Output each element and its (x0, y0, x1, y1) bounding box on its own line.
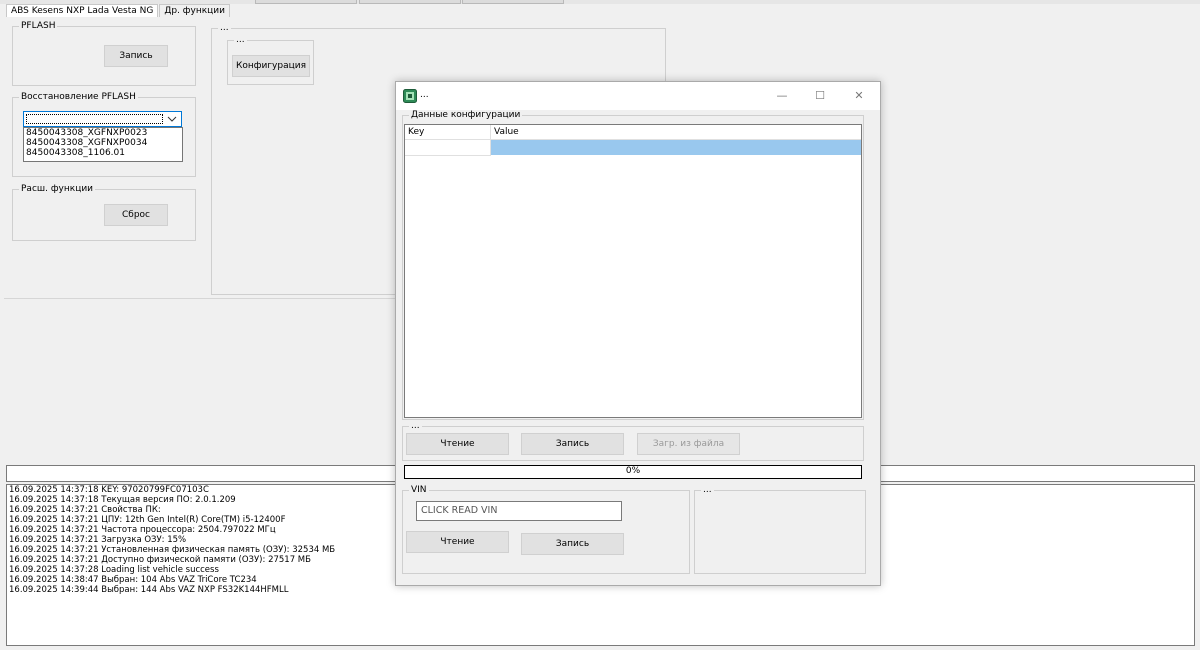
config-data-grid[interactable]: Key Value (404, 124, 862, 418)
column-header-value[interactable]: Value (491, 125, 861, 140)
dropdown-option[interactable]: 8450043308_XGFNXP0034 (24, 138, 182, 148)
right-empty-group: ... (694, 485, 866, 574)
right-group-legend: ... (218, 23, 231, 34)
chevron-down-icon[interactable] (166, 113, 178, 125)
app-icon (403, 89, 417, 103)
vin-group: VIN CLICK READ VIN Чтение Запись (402, 485, 690, 574)
read-button[interactable]: Чтение (406, 433, 509, 455)
ext-functions-group: Расш. функции Сброс (12, 184, 196, 241)
vin-input[interactable]: CLICK READ VIN (416, 501, 622, 521)
pflash-write-button[interactable]: Запись (104, 45, 168, 67)
minimize-icon[interactable]: — (774, 88, 790, 104)
write-button[interactable]: Запись (521, 433, 624, 455)
grid-cell-key[interactable] (405, 140, 491, 156)
reset-button[interactable]: Сброс (104, 204, 168, 226)
pflash-legend: PFLASH (19, 21, 58, 32)
operations-legend: ... (409, 421, 422, 432)
tab-abs-kesens[interactable]: ABS Kesens NXP Lada Vesta NG (6, 4, 159, 17)
pflash-group: PFLASH Запись (12, 21, 196, 86)
dropdown-option[interactable]: 8450043308_1106.01 (24, 148, 182, 158)
maximize-icon[interactable]: ☐ (812, 88, 828, 104)
right-empty-legend: ... (701, 485, 714, 496)
combo-focus-rect (26, 114, 163, 124)
configuration-button[interactable]: Конфигурация (232, 55, 310, 77)
config-subgroup-legend: ... (234, 35, 247, 46)
close-icon[interactable]: ✕ (851, 88, 867, 104)
restore-pflash-combo[interactable] (23, 111, 182, 127)
vin-read-button[interactable]: Чтение (406, 531, 509, 553)
top-tab-fragment-1[interactable] (255, 0, 357, 4)
column-header-key[interactable]: Key (405, 125, 491, 140)
log-line: 16.09.2025 14:39:44 Выбран: 144 Abs VAZ … (9, 585, 289, 595)
vin-legend: VIN (409, 485, 429, 496)
dropdown-option[interactable]: 8450043308_XGFNXP0023 (24, 128, 182, 138)
vin-write-button[interactable]: Запись (521, 533, 624, 555)
ext-functions-legend: Расш. функции (19, 184, 96, 195)
restore-pflash-dropdown: 8450043308_XGFNXP0023 8450043308_XGFNXP0… (23, 127, 183, 162)
restore-pflash-group: Восстановление PFLASH 8450043308_XGFNXP0… (12, 92, 196, 177)
config-data-legend: Данные конфигурации (409, 110, 523, 121)
config-data-group: Данные конфигурации Key Value (402, 110, 864, 420)
dialog-titlebar[interactable]: ... — ☐ ✕ (396, 82, 880, 110)
configuration-dialog: ... — ☐ ✕ Данные конфигурации Key Value … (395, 81, 881, 586)
dialog-title: ... (420, 90, 429, 100)
tab-other-functions[interactable]: Др. функции (159, 4, 230, 17)
config-subgroup: ... Конфигурация (227, 35, 314, 85)
operations-group: ... Чтение Запись Загр. из файла (402, 421, 864, 461)
load-from-file-button[interactable]: Загр. из файла (637, 433, 740, 455)
grid-cell-value-selected[interactable] (491, 140, 861, 155)
restore-pflash-legend: Восстановление PFLASH (19, 92, 138, 103)
top-tab-fragment-3[interactable] (462, 0, 564, 4)
main-tabs: ABS Kesens NXP Lada Vesta NG Др. функции (6, 4, 231, 17)
top-tab-fragment-2[interactable] (359, 0, 461, 4)
progress-text: 0% (625, 466, 641, 476)
config-progress-bar: 0% (404, 465, 862, 479)
